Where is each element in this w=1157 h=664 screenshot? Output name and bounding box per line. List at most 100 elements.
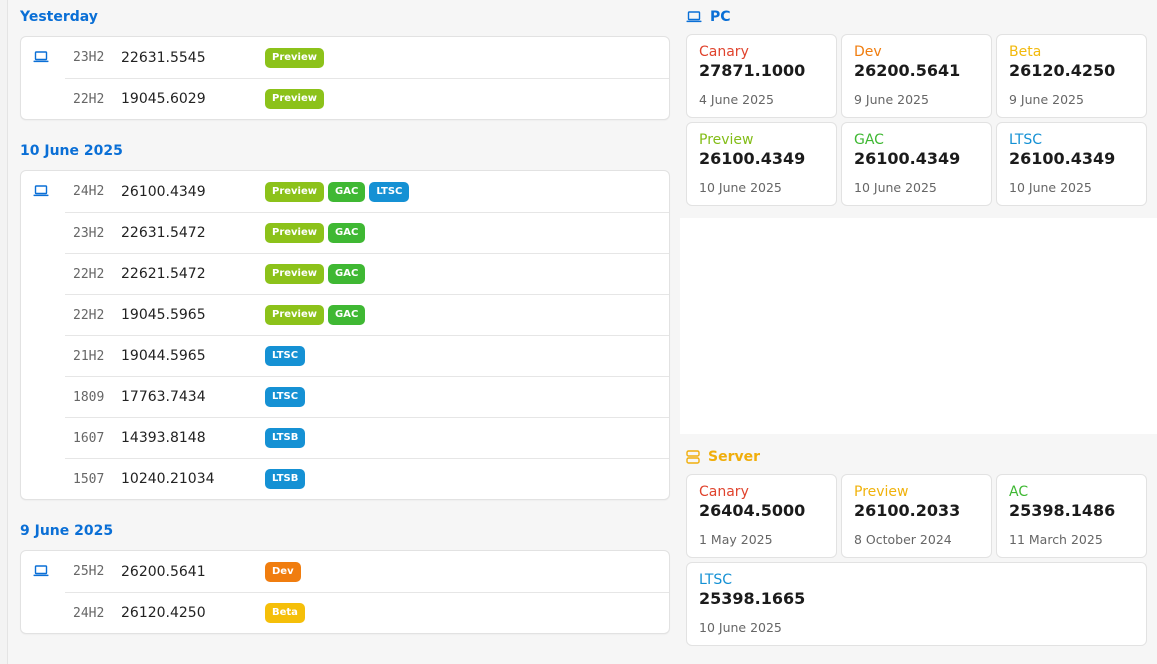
version-label: 25H2 [73, 564, 105, 579]
group-card: 25H2 26200.5641 Dev 24H2 26120.4250 Beta [20, 550, 670, 634]
build-row[interactable]: 1507 10240.21034 LTSB [21, 458, 669, 499]
channel-name: Canary [699, 484, 749, 500]
group-heading: 9 June 2025 [20, 523, 114, 539]
version-label: 1607 [73, 430, 105, 446]
laptop-icon [686, 11, 702, 23]
ltsb-badge: LTSB [265, 428, 306, 448]
build-row[interactable]: 22H2 19045.6029 Preview [21, 78, 669, 119]
channel-name: LTSC [699, 572, 733, 588]
ltsc-badge: LTSC [265, 346, 306, 366]
build-number: 26120.4250 [1009, 61, 1116, 80]
build-row[interactable]: 25H2 26200.5641 Dev [21, 551, 669, 592]
preview-badge: Preview [265, 305, 325, 325]
build-number: 14393.8148 [121, 430, 206, 446]
version-label: 1809 [73, 389, 105, 405]
version-label: 23H2 [73, 225, 105, 241]
release-date: 4 June 2025 [699, 92, 774, 107]
version-label: 24H2 [73, 605, 105, 621]
beta-badge: Beta [265, 603, 305, 623]
build-number: 22621.5472 [121, 266, 206, 282]
server-tile-canary[interactable]: Canary 26404.5000 1 May 2025 [686, 474, 837, 558]
pc-tile-gac[interactable]: GAC 26100.4349 10 June 2025 [841, 122, 992, 206]
channel-name: Canary [699, 44, 749, 60]
build-number: 17763.7434 [121, 389, 206, 405]
channel-name: GAC [854, 132, 884, 148]
version-label: 22H2 [73, 91, 105, 107]
pc-heading-label: PC [710, 9, 731, 25]
release-date: 1 May 2025 [699, 532, 773, 547]
channel-name: Beta [1009, 44, 1042, 60]
build-number: 10240.21034 [121, 471, 215, 487]
pc-section-heading: PC [686, 0, 1147, 34]
pc-tile-preview[interactable]: Preview 26100.4349 10 June 2025 [686, 122, 837, 206]
gac-badge: GAC [328, 223, 366, 243]
server-tile-ltsc[interactable]: LTSC 25398.1665 10 June 2025 [686, 562, 1147, 646]
build-number: 26100.2033 [854, 501, 961, 520]
build-row[interactable]: 21H2 19044.5965 LTSC [21, 335, 669, 376]
version-label: 24H2 [73, 184, 105, 199]
build-number: 25398.1665 [699, 589, 806, 608]
group-card: 24H2 26100.4349 Preview GAC LTSC 23H2 22… [20, 170, 670, 500]
channel-name: Dev [854, 44, 882, 60]
build-row[interactable]: 22H2 22621.5472 Preview GAC [21, 253, 669, 294]
release-date: 10 June 2025 [854, 180, 937, 195]
channel-name: Preview [699, 132, 754, 148]
build-row[interactable]: 22H2 19045.5965 Preview GAC [21, 294, 669, 335]
build-row[interactable]: 24H2 26120.4250 Beta [21, 592, 669, 633]
build-number: 26100.4349 [699, 149, 806, 168]
pc-tile-dev[interactable]: Dev 26200.5641 9 June 2025 [841, 34, 992, 118]
release-date: 10 June 2025 [699, 180, 782, 195]
release-date: 9 June 2025 [854, 92, 929, 107]
release-history: Yesterday 23H2 22631.5545 Preview 22H2 1… [20, 0, 670, 648]
build-number: 26100.4349 [1009, 149, 1116, 168]
version-label: 22H2 [73, 266, 105, 282]
gac-badge: GAC [328, 181, 366, 202]
build-row[interactable]: 23H2 22631.5545 Preview [21, 37, 669, 78]
ltsb-badge: LTSB [265, 469, 306, 489]
build-number: 19044.5965 [121, 348, 206, 364]
channel-name: Preview [854, 484, 909, 500]
build-row[interactable]: 24H2 26100.4349 Preview GAC LTSC [21, 171, 669, 212]
group-heading: Yesterday [20, 9, 98, 25]
server-section-heading: Server [686, 440, 1147, 474]
gac-badge: GAC [328, 305, 366, 325]
preview-badge: Preview [265, 264, 325, 284]
ltsc-badge: LTSC [265, 387, 306, 407]
build-number: 22631.5472 [121, 225, 206, 241]
build-row[interactable]: 1607 14393.8148 LTSB [21, 417, 669, 458]
build-number: 25398.1486 [1009, 501, 1116, 520]
build-number: 19045.6029 [121, 91, 206, 107]
server-tile-preview[interactable]: Preview 26100.2033 8 October 2024 [841, 474, 992, 558]
pc-tile-canary[interactable]: Canary 27871.1000 4 June 2025 [686, 34, 837, 118]
release-date: 10 June 2025 [699, 620, 782, 635]
preview-badge: Preview [265, 223, 325, 243]
build-number: 22631.5545 [121, 49, 206, 66]
server-tile-ac[interactable]: AC 25398.1486 11 March 2025 [996, 474, 1147, 558]
release-date: 11 March 2025 [1009, 532, 1103, 547]
version-label: 1507 [73, 471, 105, 487]
build-row[interactable]: 1809 17763.7434 LTSC [21, 376, 669, 417]
left-edge-divider [0, 0, 8, 664]
gac-badge: GAC [328, 264, 366, 284]
channel-name: LTSC [1009, 132, 1043, 148]
build-number: 26200.5641 [854, 61, 961, 80]
server-heading-label: Server [708, 449, 761, 465]
pc-tile-ltsc[interactable]: LTSC 26100.4349 10 June 2025 [996, 122, 1147, 206]
group-card: 23H2 22631.5545 Preview 22H2 19045.6029 … [20, 36, 670, 120]
server-tiles: Canary 26404.5000 1 May 2025 Preview 261… [686, 474, 1147, 646]
dev-badge: Dev [265, 561, 301, 582]
build-number: 19045.5965 [121, 307, 206, 323]
build-row[interactable]: 23H2 22631.5472 Preview GAC [21, 212, 669, 253]
pc-tile-beta[interactable]: Beta 26120.4250 9 June 2025 [996, 34, 1147, 118]
build-number: 26120.4250 [121, 605, 206, 621]
preview-badge: Preview [265, 47, 325, 68]
version-label: 23H2 [73, 50, 105, 65]
release-date: 10 June 2025 [1009, 180, 1092, 195]
build-number: 26200.5641 [121, 563, 206, 580]
build-number: 26404.5000 [699, 501, 806, 520]
release-date: 9 June 2025 [1009, 92, 1084, 107]
build-number: 26100.4349 [121, 183, 206, 200]
pc-tiles: Canary 27871.1000 4 June 2025 Dev 26200.… [686, 34, 1147, 206]
group-heading: 10 June 2025 [20, 143, 123, 159]
preview-badge: Preview [265, 181, 325, 202]
